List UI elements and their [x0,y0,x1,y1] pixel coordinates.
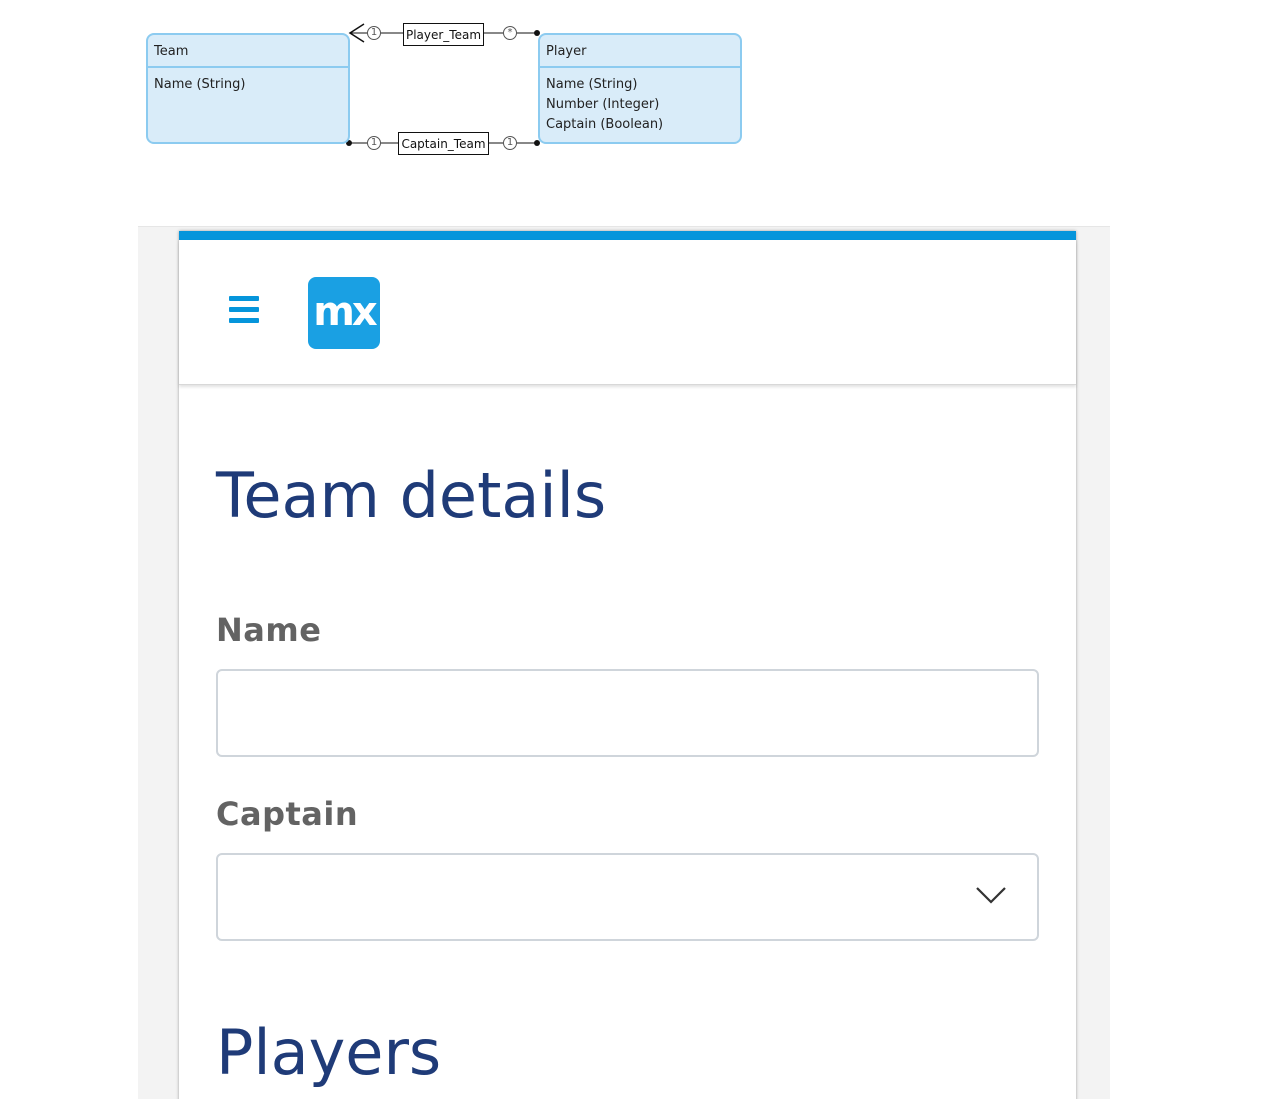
multiplicity-badge: * [503,26,517,40]
captain-select[interactable] [216,853,1039,941]
page-container: mx Team details Name Captain Players [179,231,1076,1099]
menu-icon[interactable] [229,296,259,328]
entity-player-attributes: Name (String) Number (Integer) Captain (… [540,68,740,135]
players-heading: Players [216,1016,442,1089]
multiplicity-badge: 1 [367,136,381,150]
mendix-logo: mx [308,277,380,349]
association-label-captain-team[interactable]: Captain_Team [398,132,489,155]
attribute: Name (String) [154,77,246,92]
chevron-down-icon [976,887,1006,904]
multiplicity-badge: 1 [503,136,517,150]
entity-team-title: Team [148,35,348,68]
app-preview: mx Team details Name Captain Players [138,226,1110,1099]
attribute: Captain (Boolean) [546,117,664,132]
association-label-player-team[interactable]: Player_Team [403,23,484,46]
entity-team-attributes: Name (String) [148,68,348,95]
name-label: Name [216,611,322,649]
entity-player-title: Player [540,35,740,68]
entity-player[interactable]: Player Name (String) Number (Integer) Ca… [538,33,742,144]
top-bar: mx [179,240,1076,385]
multiplicity-badge: 1 [367,26,381,40]
captain-label: Captain [216,795,359,833]
name-input[interactable] [216,669,1039,757]
attribute: Number (Integer) [546,97,660,112]
accent-bar [179,231,1076,240]
page-title: Team details [216,459,607,532]
entity-team[interactable]: Team Name (String) [146,33,350,144]
attribute: Name (String) [546,77,638,92]
